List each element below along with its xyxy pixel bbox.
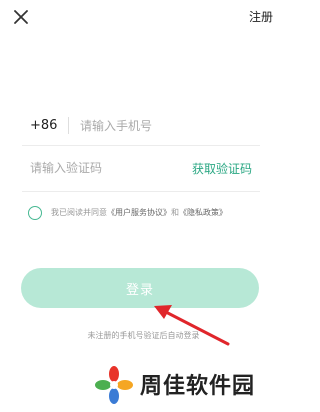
watermark-text: 周佳软件园 — [140, 374, 256, 399]
country-code[interactable]: +86 — [30, 118, 57, 133]
code-underline — [22, 191, 260, 192]
auto-register-note: 未注册的手机号验证后自动登录 — [87, 331, 200, 340]
agreement-checkbox[interactable] — [28, 206, 42, 220]
phone-input[interactable] — [80, 115, 258, 137]
country-code-divider — [68, 117, 69, 134]
agreement-text: 我已阅读并同意《用户服务协议》和《隐私政策》 — [51, 207, 227, 218]
register-link[interactable]: 注册 — [249, 8, 273, 25]
user-agreement-link[interactable]: 《用户服务协议》 — [107, 208, 171, 217]
privacy-policy-link[interactable]: 《隐私政策》 — [179, 208, 227, 217]
verification-code-input[interactable] — [30, 157, 170, 179]
red-arrow-annotation — [154, 305, 230, 346]
get-code-button[interactable]: 获取验证码 — [192, 160, 252, 177]
agreement-prefix: 我已阅读并同意 — [51, 208, 107, 217]
phone-underline — [22, 145, 260, 146]
agreement-and: 和 — [171, 208, 179, 217]
watermark-logo-icon — [95, 366, 133, 404]
close-icon[interactable] — [12, 8, 30, 26]
